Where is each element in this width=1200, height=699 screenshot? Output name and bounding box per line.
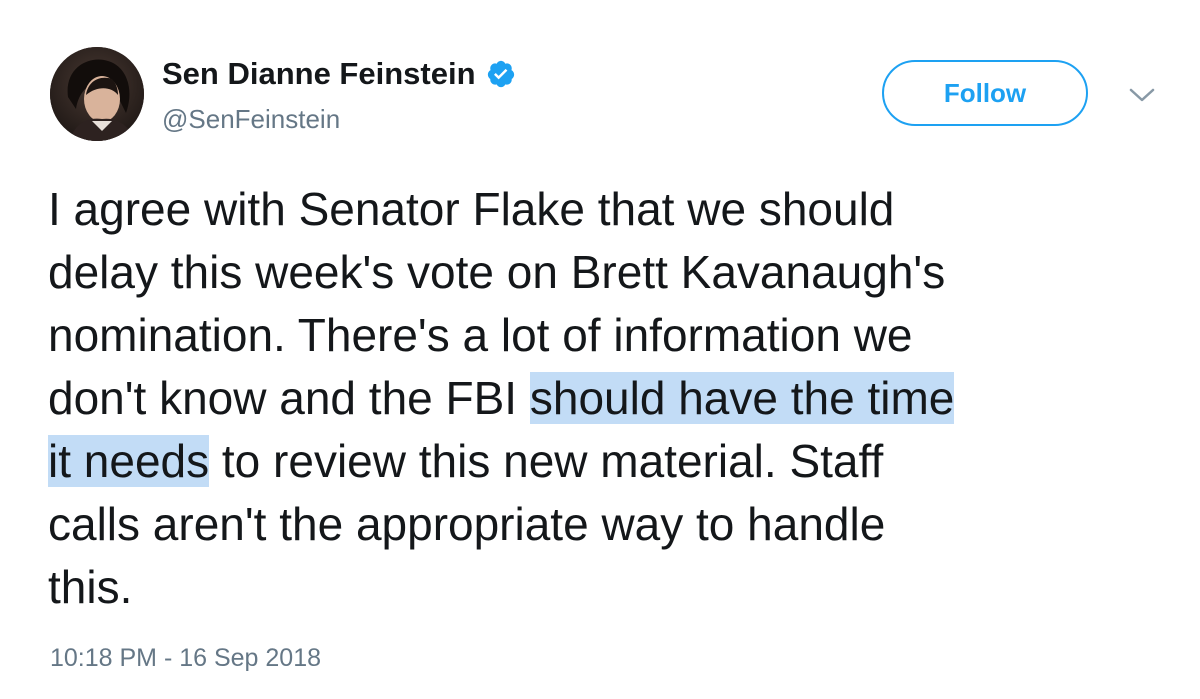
tweet-text-segment: I agree with Senator Flake that we shoul… [48,183,895,235]
avatar[interactable] [50,47,144,141]
tweet-line: delay this week's vote on Brett Kavanaug… [48,241,1178,304]
author-handle[interactable]: @SenFeinstein [162,104,340,135]
tweet-text-segment: calls aren't the appropriate way to hand… [48,498,886,550]
tweet-line: it needs to review this new material. St… [48,430,1178,493]
highlighted-text: it needs [48,435,210,487]
tweet-timestamp[interactable]: 10:18 PM - 16 Sep 2018 [50,644,321,673]
tweet-text-segment: nomination. There's a lot of information… [48,309,913,361]
follow-button[interactable]: Follow [882,60,1088,126]
tweet-text-segment: this. [48,561,133,613]
tweet-text-segment: to review this new material. Staff [209,435,884,487]
author-display-name[interactable]: Sen Dianne Feinstein [162,56,516,92]
highlighted-text: should have the time [529,372,955,424]
tweet-line: I agree with Senator Flake that we shoul… [48,178,1178,241]
display-name-text[interactable]: Sen Dianne Feinstein [162,56,476,92]
chevron-down-icon[interactable] [1128,85,1156,105]
tweet-line: this. [48,556,1178,619]
tweet-text-segment: don't know and the FBI [48,372,530,424]
tweet-line: calls aren't the appropriate way to hand… [48,493,1178,556]
tweet-line: don't know and the FBI should have the t… [48,367,1178,430]
tweet-line: nomination. There's a lot of information… [48,304,1178,367]
tweet-text: I agree with Senator Flake that we shoul… [48,178,1178,619]
tweet-text-segment: delay this week's vote on Brett Kavanaug… [48,246,946,298]
verified-badge-icon [486,59,516,89]
